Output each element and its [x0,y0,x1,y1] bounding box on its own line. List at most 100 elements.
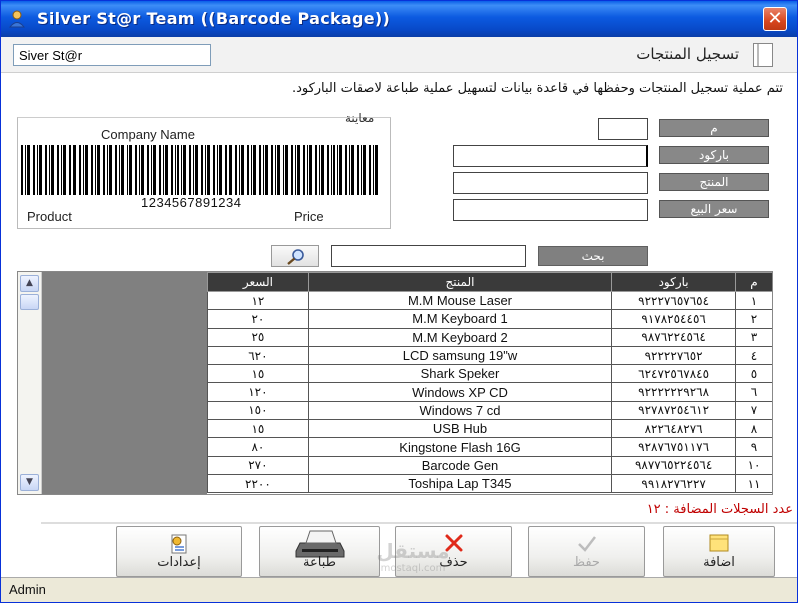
column-header-barcode[interactable]: باركود [611,272,737,292]
cell-id[interactable]: ١ [735,290,772,311]
add-button-label: اضافة [703,555,735,570]
close-button[interactable]: ✕ [763,7,787,31]
scroll-up-icon[interactable]: ▲ [20,275,39,292]
cell-id[interactable]: ١١ [735,473,772,494]
barcode-bar [175,145,176,195]
scroll-thumb[interactable] [20,294,39,310]
table-row[interactable]: ١٥ USB Hub ٨٢٢٦٤٨٢٧٦ ٨ [207,419,772,439]
cell-product[interactable]: M.M Keyboard 2 [307,327,613,347]
cell-barcode[interactable]: ٨٢٢٦٤٨٢٧٦ [611,419,737,439]
cell-price[interactable]: ١٢٠ [207,382,309,402]
products-grid[interactable]: ▲ ▼ السعر المنتج باركود م ١٢ M.M Mouse La… [17,271,773,495]
cell-product[interactable]: Windows XP CD [307,382,613,402]
barcode-image [21,145,378,195]
page-icon [753,43,773,67]
barcode-bar [271,145,273,195]
cell-id[interactable]: ٣ [735,327,772,347]
cell-barcode[interactable]: ٩٢٢٢٢٢٢٩٢٦٨ [611,382,737,402]
barcode-bar [361,145,362,195]
cell-price[interactable]: ١٥٠ [207,400,309,421]
cell-product[interactable]: Barcode Gen [307,455,613,475]
cell-product[interactable]: LCD samsung 19"w [307,345,613,366]
cell-product[interactable]: Windows 7 cd [307,400,613,421]
cell-product[interactable]: M.M Mouse Laser [307,290,613,311]
cell-barcode[interactable]: ٩٢٢٢٧٦٥٧٦٥٤ [611,290,737,311]
barcode-bar [327,145,329,195]
table-row[interactable]: ٨٠ Kingstone Flash 16G ٩٢٨٧٦٧٥١١٧٦ ٩ [207,437,772,457]
barcode-bar [309,145,312,195]
search-input[interactable] [331,245,526,267]
search-button[interactable]: بحث [538,246,648,266]
cell-id[interactable]: ٥ [735,364,772,384]
cell-product[interactable]: USB Hub [307,419,613,439]
barcode-field[interactable] [453,145,648,167]
barcode-bar [25,145,26,195]
id-field[interactable] [598,118,648,140]
cell-barcode[interactable]: ٩٨٧٧٦٥٢٢٤٥٦٤ [611,455,737,475]
column-header-id[interactable]: م [735,272,772,292]
cell-barcode[interactable]: ٩٢٧٨٧٢٥٤٦١٢ [611,400,737,421]
cell-id[interactable]: ٤ [735,345,772,366]
cell-price[interactable]: ٢٠ [207,309,309,329]
table-row[interactable]: ٦٢٠ LCD samsung 19"w ٩٢٢٢٢٧٦٥٢ ٤ [207,345,772,366]
cell-barcode[interactable]: ٦٢٤٧٢٥٦٧٨٤٥ [611,364,737,384]
cell-barcode[interactable]: ٩٨٧٦٢٢٤٥٦٤ [611,327,737,347]
cell-barcode[interactable]: ٩٢٨٧٦٧٥١١٧٦ [611,437,737,457]
cell-price[interactable]: ١٢ [207,290,309,311]
table-row[interactable]: ١٢ M.M Mouse Laser ٩٢٢٢٧٦٥٧٦٥٤ ١ [207,290,772,311]
cell-price[interactable]: ١٥ [207,364,309,384]
cell-price[interactable]: ٦٢٠ [207,345,309,366]
cell-id[interactable]: ١٠ [735,455,772,475]
company-name-field[interactable] [13,44,211,66]
barcode-bar [315,145,317,195]
cell-id[interactable]: ٩ [735,437,772,457]
table-row[interactable]: ١٥ Shark Speker ٦٢٤٧٢٥٦٧٨٤٥ ٥ [207,364,772,384]
table-row[interactable]: ٢٧٠ Barcode Gen ٩٨٧٧٦٥٢٢٤٥٦٤ ١٠ [207,455,772,475]
scroll-down-icon[interactable]: ▼ [20,474,39,491]
price-field[interactable] [453,199,648,221]
table-row[interactable]: ١٥٠ Windows 7 cd ٩٢٧٨٧٢٥٤٦١٢ ٧ [207,400,772,421]
barcode-bar [97,145,100,195]
barcode-bar [33,145,35,195]
cell-product[interactable]: Shark Speker [307,364,613,384]
cell-price[interactable]: ٢٥ [207,327,309,347]
cell-id[interactable]: ٨ [735,419,772,439]
table-row[interactable]: ١٢٠ Windows XP CD ٩٢٢٢٢٢٢٩٢٦٨ ٦ [207,382,772,402]
barcode-bar [51,145,54,195]
barcode-bar [139,145,140,195]
cell-barcode[interactable]: ٩٩١٨٢٧٦٢٢٧ [611,473,737,494]
barcode-bar [345,145,347,195]
cell-price[interactable]: ٢٢٠٠ [207,473,309,494]
save-button[interactable]: حفظ [528,526,645,577]
table-row[interactable]: ٢٢٠٠ Toshipa Lap T345 ٩٩١٨٢٧٦٢٢٧ ١١ [207,473,772,494]
barcode-bar [307,145,308,195]
settings-button[interactable]: إعدادات [116,526,242,577]
product-field[interactable] [453,172,648,194]
cell-product[interactable]: Kingstone Flash 16G [307,437,613,457]
add-button[interactable]: اضافة [663,526,775,577]
magnifier-icon [287,249,304,265]
cell-barcode[interactable]: ٩١٧٨٢٥٤٤٥٦ [611,309,737,329]
barcode-bar [201,145,203,195]
records-count: عدد السجلات المضافة : ١٢ [646,502,793,517]
cell-price[interactable]: ١٥ [207,419,309,439]
barcode-bar [331,145,332,195]
cell-id[interactable]: ٦ [735,382,772,402]
column-header-price[interactable]: السعر [207,272,309,292]
cell-id[interactable]: ٧ [735,400,772,421]
barcode-bar [57,145,59,195]
cell-price[interactable]: ٢٧٠ [207,455,309,475]
column-header-product[interactable]: المنتج [307,272,613,292]
vertical-scrollbar[interactable]: ▲ ▼ [18,272,42,494]
cell-product[interactable]: Toshipa Lap T345 [307,473,613,494]
barcode-bar [247,145,249,195]
cell-product[interactable]: M.M Keyboard 1 [307,309,613,329]
table-row[interactable]: ٢٥ M.M Keyboard 2 ٩٨٧٦٢٢٤٥٦٤ ٣ [207,327,772,347]
table-row[interactable]: ٢٠ M.M Keyboard 1 ٩١٧٨٢٥٤٤٥٦ ٢ [207,309,772,329]
title-bar[interactable]: Silver St@r Team ((Barcode Package)) ✕ [1,1,797,37]
search-icon-button[interactable] [271,245,319,267]
cell-id[interactable]: ٢ [735,309,772,329]
print-button[interactable]: طباعة [259,526,380,577]
cell-price[interactable]: ٨٠ [207,437,309,457]
cell-barcode[interactable]: ٩٢٢٢٢٧٦٥٢ [611,345,737,366]
